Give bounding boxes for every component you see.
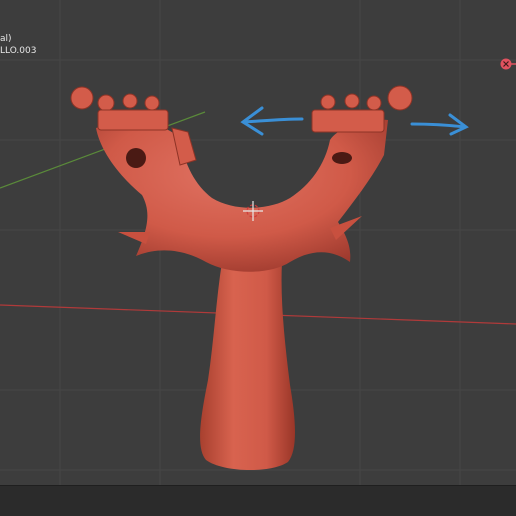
viewport-canvas[interactable]	[0, 0, 516, 516]
right-arrow-icon	[410, 113, 469, 136]
left-arrow-icon	[240, 106, 304, 136]
slingshot-model[interactable]	[70, 85, 413, 471]
left-band-hole	[126, 148, 146, 168]
view-mode-label: al)	[0, 34, 12, 44]
viewport-bottom-bar	[0, 485, 516, 516]
3d-viewport[interactable]: al) LLO.003	[0, 0, 516, 516]
active-object-label: LLO.003	[0, 46, 37, 56]
left-spike	[118, 232, 150, 244]
slingshot-handle[interactable]	[200, 262, 295, 471]
slingshot-yoke[interactable]	[96, 119, 388, 272]
right-clamp[interactable]	[311, 85, 413, 133]
right-band-hole	[332, 152, 352, 164]
